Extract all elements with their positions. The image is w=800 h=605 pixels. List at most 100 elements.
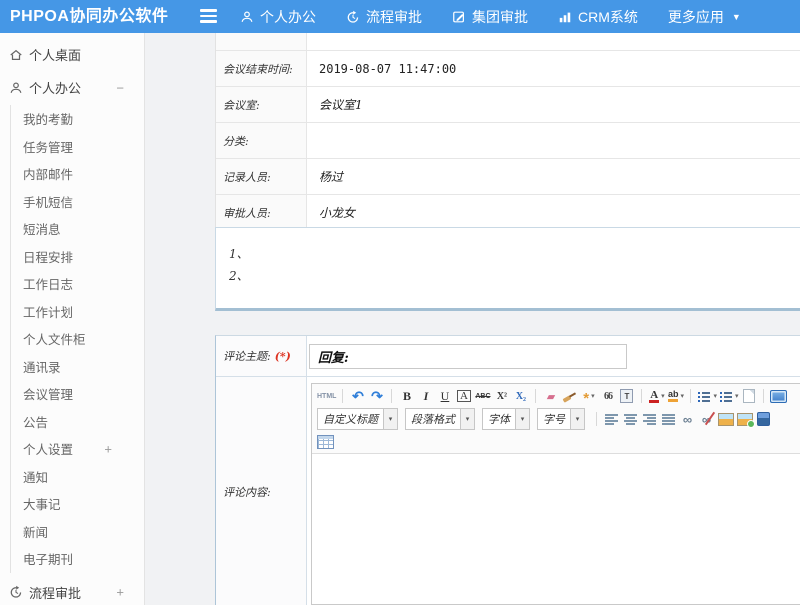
unordered-list-button[interactable]: ▾ bbox=[719, 388, 739, 404]
quick-format-icon: * bbox=[583, 389, 589, 403]
strikethrough-button[interactable]: ABC bbox=[474, 388, 491, 404]
dropdown-arrow-icon: ▾ bbox=[735, 392, 739, 400]
font-size-select-value: 字号 bbox=[538, 409, 570, 429]
superscript-button[interactable]: X² bbox=[493, 388, 510, 404]
bold-button[interactable]: B bbox=[398, 388, 415, 404]
fullscreen-button[interactable] bbox=[770, 388, 787, 404]
highlight-color-icon: ab bbox=[668, 390, 679, 402]
font-size-select[interactable]: 字号▾ bbox=[537, 408, 585, 430]
menu-toggle-icon[interactable] bbox=[200, 9, 217, 24]
nav-item-personal-office[interactable]: 个人办公 bbox=[240, 7, 316, 27]
sidebar-item-meeting-management[interactable]: 会议管理 bbox=[23, 380, 144, 408]
new-document-icon bbox=[743, 389, 755, 403]
font-family-select[interactable]: 字体▾ bbox=[482, 408, 530, 430]
sidebar-item-internal-mail[interactable]: 内部邮件 bbox=[23, 160, 144, 188]
quick-format-button[interactable]: *▾ bbox=[580, 388, 597, 404]
sidebar-submenu: 我的考勤任务管理内部邮件手机短信短消息日程安排工作日志工作计划个人文件柜通讯录会… bbox=[10, 105, 144, 573]
subscript-icon: X₂ bbox=[516, 391, 526, 402]
form-row: 会议室:会议室1 bbox=[216, 87, 800, 123]
remove-link-icon: ∞ bbox=[702, 412, 711, 427]
insert-media-button[interactable] bbox=[755, 411, 772, 427]
image-album-button[interactable] bbox=[736, 411, 753, 427]
align-left-button[interactable] bbox=[603, 411, 620, 427]
sidebar-item-contacts[interactable]: 通讯录 bbox=[23, 353, 144, 381]
redo-button[interactable]: ↷ bbox=[368, 388, 385, 404]
highlight-color-button[interactable]: ab▾ bbox=[667, 388, 684, 404]
undo-button[interactable]: ↶ bbox=[349, 388, 366, 404]
paragraph-select-value: 段落格式 bbox=[406, 409, 460, 429]
insert-link-button[interactable]: ∞ bbox=[679, 411, 696, 427]
top-nav: 个人办公 流程审批 集团审批 CRM系统 更多应用▼ bbox=[240, 0, 741, 33]
insert-link-icon: ∞ bbox=[683, 412, 692, 427]
toolbar-separator bbox=[596, 412, 597, 426]
heading-select[interactable]: 自定义标题▾ bbox=[317, 408, 398, 430]
nav-item-process-approval[interactable]: 流程审批 bbox=[346, 7, 422, 27]
sidebar-item-e-journal[interactable]: 电子期刊 bbox=[23, 545, 144, 573]
align-right-button[interactable] bbox=[641, 411, 658, 427]
sidebar-item-news[interactable]: 新闻 bbox=[23, 518, 144, 546]
sidebar-item-announcement[interactable]: 公告 bbox=[23, 408, 144, 436]
insert-table-button[interactable] bbox=[317, 434, 334, 450]
subscript-button[interactable]: X₂ bbox=[512, 388, 529, 404]
paragraph-select[interactable]: 段落格式▾ bbox=[405, 408, 475, 430]
expander-plus-icon[interactable]: + bbox=[116, 585, 124, 600]
source-code-button[interactable]: HTML bbox=[317, 388, 336, 404]
format-brush-icon bbox=[563, 390, 576, 403]
editor-content-area[interactable] bbox=[312, 454, 800, 604]
sidebar-item-label: 公告 bbox=[23, 412, 48, 431]
sidebar-item-label: 手机短信 bbox=[23, 192, 73, 211]
nav-item-crm-system[interactable]: CRM系统 bbox=[558, 7, 638, 27]
form-value-cell: 2019-08-07 11:47:00 bbox=[307, 51, 800, 86]
align-center-button[interactable] bbox=[622, 411, 639, 427]
toolbar-separator bbox=[391, 389, 392, 403]
font-color-button[interactable]: A▾ bbox=[648, 388, 665, 404]
sidebar-item-my-attendance[interactable]: 我的考勤 bbox=[23, 105, 144, 133]
form-value: 2019-08-07 11:47:00 bbox=[319, 62, 456, 76]
new-document-button[interactable] bbox=[740, 388, 757, 404]
nav-label: CRM系统 bbox=[578, 7, 638, 27]
sidebar-item-personal-desktop[interactable]: 个人桌面 bbox=[0, 41, 144, 68]
eraser-button[interactable]: ▰ bbox=[542, 388, 559, 404]
sidebar-item-process-approval[interactable]: 流程审批 + bbox=[0, 579, 144, 605]
italic-button[interactable]: I bbox=[417, 388, 434, 404]
sidebar-item-work-plan[interactable]: 工作计划 bbox=[23, 298, 144, 326]
expander-minus-icon[interactable]: − bbox=[116, 80, 124, 95]
sidebar-item-label: 个人设置 bbox=[23, 439, 73, 458]
insert-media-icon bbox=[757, 412, 770, 426]
sidebar-item-notice[interactable]: 通知 bbox=[23, 463, 144, 491]
expander-plus-icon[interactable]: + bbox=[104, 441, 112, 456]
font-family-select-value: 字体 bbox=[483, 409, 515, 429]
sidebar-item-mobile-sms[interactable]: 手机短信 bbox=[23, 188, 144, 216]
caret-down-icon: ▼ bbox=[732, 12, 741, 22]
blockquote-button[interactable]: 66 bbox=[599, 388, 616, 404]
nav-item-more-apps[interactable]: 更多应用▼ bbox=[668, 7, 741, 27]
underline-button[interactable]: U bbox=[436, 388, 453, 404]
align-justify-button[interactable] bbox=[660, 411, 677, 427]
comment-subject-input[interactable] bbox=[309, 344, 627, 369]
top-header: PHPOA协同办公软件 个人办公 流程审批 集团审批 CRM系统 更多应用▼ bbox=[0, 0, 800, 33]
sidebar-item-short-message[interactable]: 短消息 bbox=[23, 215, 144, 243]
form-label-cell: 审批人员: bbox=[216, 195, 307, 230]
remove-link-button[interactable]: ∞ bbox=[698, 411, 715, 427]
sidebar-item-label: 工作计划 bbox=[23, 302, 73, 321]
format-brush-button[interactable] bbox=[561, 388, 578, 404]
paste-plain-button[interactable] bbox=[618, 388, 635, 404]
sidebar-item-work-log[interactable]: 工作日志 bbox=[23, 270, 144, 298]
app-title[interactable]: PHPOA协同办公软件 bbox=[10, 0, 168, 33]
sidebar-item-personal-office[interactable]: 个人办公− bbox=[0, 74, 144, 101]
sidebar-item-personal-settings[interactable]: 个人设置 + bbox=[23, 435, 144, 463]
comment-subject-label: 评论主题: bbox=[223, 348, 271, 364]
insert-image-button[interactable] bbox=[717, 411, 734, 427]
sidebar-item-personal-files[interactable]: 个人文件柜 bbox=[23, 325, 144, 353]
form-label: 会议结束时间: bbox=[223, 61, 293, 77]
sidebar-item-task-management[interactable]: 任务管理 bbox=[23, 133, 144, 161]
remove-format-button[interactable]: A bbox=[455, 388, 472, 404]
process-icon bbox=[9, 585, 23, 599]
sidebar-item-major-events[interactable]: 大事记 bbox=[23, 490, 144, 518]
sidebar-item-label: 流程审批 bbox=[29, 583, 81, 602]
nav-item-group-approval[interactable]: 集团审批 bbox=[452, 7, 528, 27]
ordered-list-button[interactable]: ▾ bbox=[697, 388, 717, 404]
app-root: PHPOA协同办公软件 个人办公流程审批集团审批CRM系统更多应用▼ 个人桌面个… bbox=[0, 0, 800, 605]
sidebar-item-schedule[interactable]: 日程安排 bbox=[23, 243, 144, 271]
select-arrow-icon: ▾ bbox=[383, 409, 397, 429]
